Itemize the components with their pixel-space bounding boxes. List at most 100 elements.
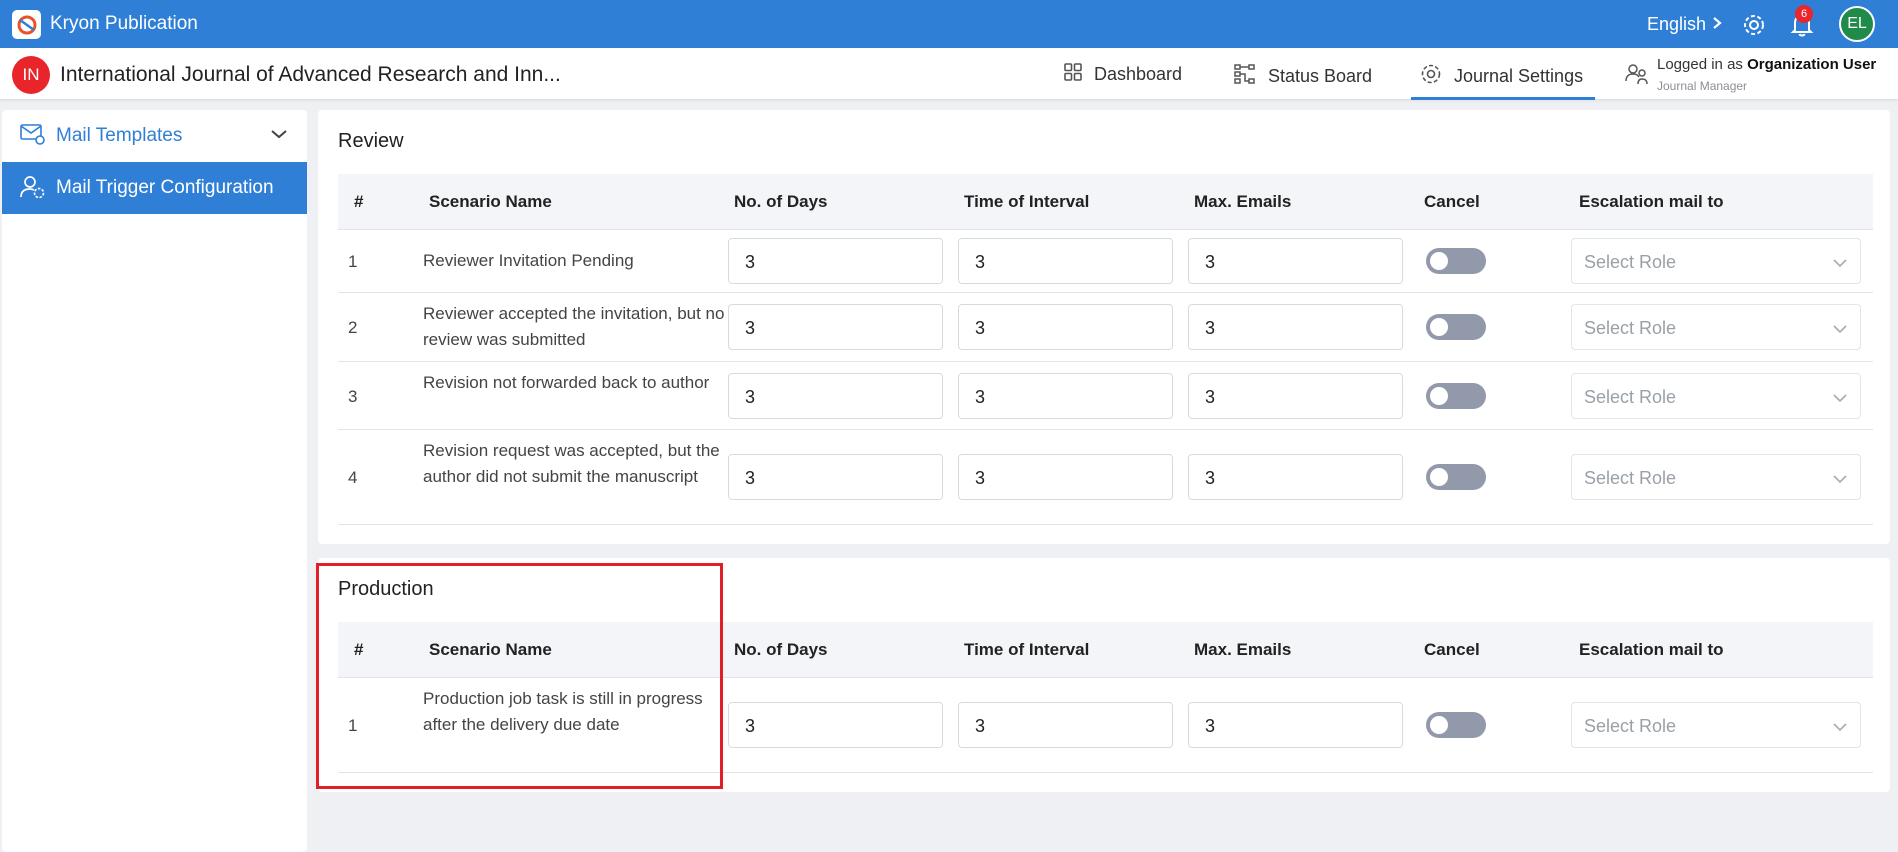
row-number: 4 — [348, 468, 358, 487]
interval-input[interactable]: 3 — [958, 454, 1173, 500]
max-emails-input[interactable]: 3 — [1188, 702, 1403, 748]
nav-dashboard-label: Dashboard — [1094, 64, 1183, 84]
column-header-days: No. of Days — [734, 640, 828, 659]
cancel-toggle[interactable] — [1426, 464, 1486, 490]
table-row: 1 Reviewer Invitation Pending 3 3 3 Sele… — [338, 230, 1873, 293]
row-number: 2 — [348, 318, 358, 337]
logged-in-user-name: Organization User — [1747, 56, 1877, 73]
row-number: 1 — [348, 716, 358, 735]
cancel-toggle[interactable] — [1426, 712, 1486, 738]
nav-journal-settings[interactable]: Journal Settings — [1420, 63, 1583, 90]
cancel-toggle[interactable] — [1426, 314, 1486, 340]
mail-settings-icon — [20, 122, 46, 152]
scenario-name: Reviewer accepted the invitation, but no… — [423, 304, 725, 349]
journal-header-bar: IN International Journal of Advanced Res… — [0, 48, 1898, 100]
production-table-header: # Scenario Name No. of Days Time of Inte… — [338, 622, 1873, 678]
cancel-toggle[interactable] — [1426, 383, 1486, 409]
sidebar-item-label: Mail Trigger Configuration — [56, 177, 274, 198]
escalation-role-select[interactable]: Select Role — [1571, 702, 1861, 748]
notification-count-badge: 6 — [1795, 5, 1813, 23]
chevron-down-icon[interactable] — [270, 124, 288, 146]
settings-gear-icon[interactable] — [1742, 13, 1766, 42]
sidebar-item-mail-templates[interactable]: Mail Templates — [2, 110, 307, 162]
journal-title: International Journal of Advanced Resear… — [60, 63, 561, 86]
user-switch-icon — [1624, 61, 1650, 92]
column-header-cancel: Cancel — [1424, 640, 1480, 659]
chevron-down-icon — [1832, 388, 1848, 409]
column-header-max-emails: Max. Emails — [1194, 192, 1292, 211]
review-table-header: # Scenario Name No. of Days Time of Inte… — [338, 174, 1873, 230]
days-input[interactable]: 3 — [728, 238, 943, 284]
review-section-card: Review # Scenario Name No. of Days Time … — [318, 110, 1890, 544]
production-section-title: Production — [338, 578, 434, 600]
column-header-number: # — [354, 192, 364, 211]
interval-input[interactable]: 3 — [958, 373, 1173, 419]
settings-sidebar: Mail Templates Mail Trigger Configuratio… — [2, 110, 307, 852]
column-header-escalation: Escalation mail to — [1579, 192, 1724, 211]
language-selector[interactable]: English — [1647, 14, 1722, 35]
column-header-number: # — [354, 640, 364, 659]
escalation-role-select[interactable]: Select Role — [1571, 454, 1861, 500]
column-header-interval: Time of Interval — [964, 640, 1090, 659]
scenario-name: Reviewer Invitation Pending — [423, 251, 634, 270]
select-value: Select Role — [1584, 387, 1677, 407]
days-input[interactable]: 3 — [728, 454, 943, 500]
journal-settings-gear-icon — [1420, 63, 1442, 90]
production-section-card: Production # Scenario Name No. of Days T… — [318, 558, 1890, 792]
nav-journal-settings-label: Journal Settings — [1454, 66, 1584, 86]
max-emails-input[interactable]: 3 — [1188, 454, 1403, 500]
interval-input[interactable]: 3 — [958, 238, 1173, 284]
app-logo-icon[interactable] — [12, 10, 41, 39]
scenario-name: Production job task is still in progress… — [423, 689, 703, 734]
journal-logo: IN — [12, 56, 50, 94]
review-section-title: Review — [338, 130, 404, 152]
logged-in-text: Logged in as Organization User — [1657, 56, 1876, 73]
row-number: 1 — [348, 252, 358, 271]
max-emails-input[interactable]: 3 — [1188, 238, 1403, 284]
chevron-down-icon — [1832, 469, 1848, 490]
days-input[interactable]: 3 — [728, 304, 943, 350]
interval-input[interactable]: 3 — [958, 304, 1173, 350]
user-settings-icon — [20, 174, 46, 206]
top-app-bar: Kryon Publication English 6 EL — [0, 0, 1898, 48]
select-value: Select Role — [1584, 716, 1677, 736]
select-value: Select Role — [1584, 252, 1677, 272]
nav-status-board-label: Status Board — [1268, 66, 1373, 86]
column-header-days: No. of Days — [734, 192, 828, 211]
nav-status-board[interactable]: Status Board — [1234, 63, 1372, 90]
row-number: 3 — [348, 387, 358, 406]
chevron-down-icon — [1832, 717, 1848, 738]
max-emails-input[interactable]: 3 — [1188, 373, 1403, 419]
nav-dashboard[interactable]: Dashboard — [1064, 63, 1182, 86]
column-header-interval: Time of Interval — [964, 192, 1090, 211]
chevron-right-icon — [1712, 14, 1722, 35]
active-tab-indicator — [1411, 97, 1595, 100]
table-row: 4 Revision request was accepted, but the… — [338, 430, 1873, 525]
escalation-role-select[interactable]: Select Role — [1571, 238, 1861, 284]
column-header-cancel: Cancel — [1424, 192, 1480, 211]
escalation-role-select[interactable]: Select Role — [1571, 304, 1861, 350]
select-value: Select Role — [1584, 468, 1677, 488]
logged-in-prefix: Logged in as — [1657, 56, 1743, 73]
table-row: 3 Revision not forwarded back to author … — [338, 362, 1873, 430]
chevron-down-icon — [1832, 253, 1848, 274]
sidebar-item-label: Mail Templates — [56, 125, 183, 146]
sidebar-item-mail-trigger-configuration[interactable]: Mail Trigger Configuration — [2, 162, 307, 214]
scenario-name: Revision not forwarded back to author — [423, 373, 710, 392]
table-row: 1 Production job task is still in progre… — [338, 678, 1873, 773]
status-board-icon — [1234, 63, 1256, 90]
interval-input[interactable]: 3 — [958, 702, 1173, 748]
escalation-role-select[interactable]: Select Role — [1571, 373, 1861, 419]
user-avatar[interactable]: EL — [1839, 6, 1875, 42]
days-input[interactable]: 3 — [728, 373, 943, 419]
column-header-scenario: Scenario Name — [429, 640, 552, 659]
cancel-toggle[interactable] — [1426, 248, 1486, 274]
user-role: Journal Manager — [1657, 79, 1748, 93]
max-emails-input[interactable]: 3 — [1188, 304, 1403, 350]
days-input[interactable]: 3 — [728, 702, 943, 748]
chevron-down-icon — [1832, 319, 1848, 340]
dashboard-grid-icon — [1064, 63, 1082, 86]
column-header-escalation: Escalation mail to — [1579, 640, 1724, 659]
column-header-max-emails: Max. Emails — [1194, 640, 1292, 659]
scenario-name: Revision request was accepted, but the a… — [423, 441, 720, 486]
